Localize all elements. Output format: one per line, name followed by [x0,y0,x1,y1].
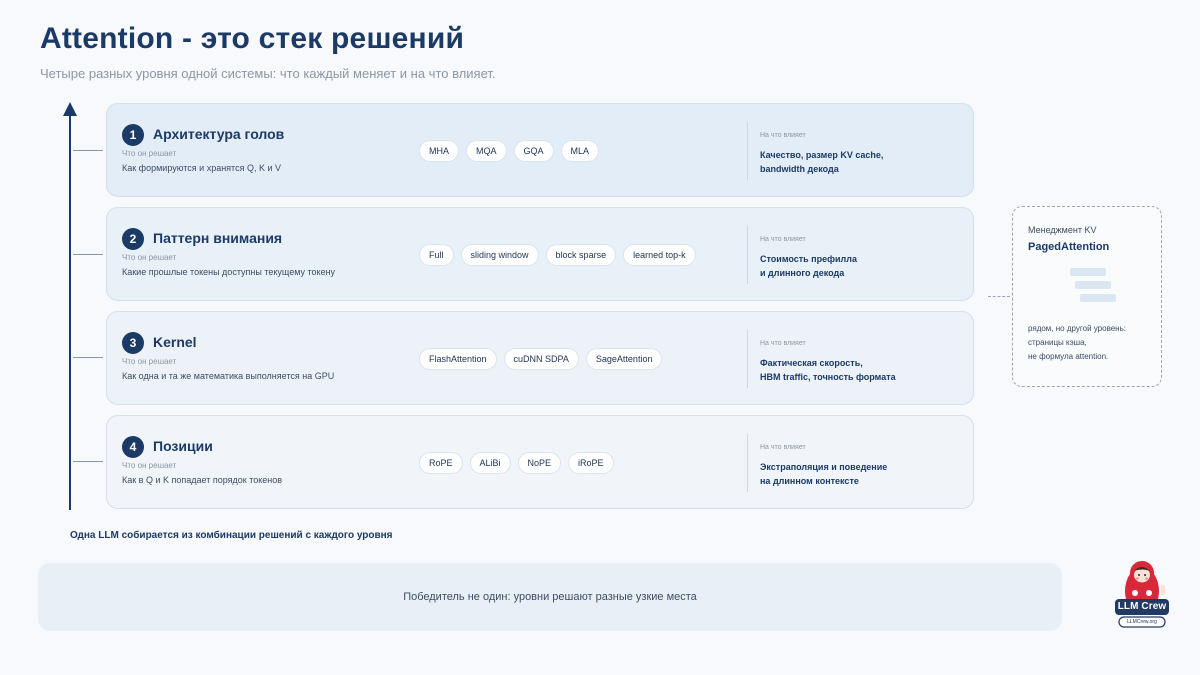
stack-axis-line [69,112,71,510]
cache-page-block [1070,268,1106,276]
option-pill-full: Full [419,244,454,266]
side-card-note: рядом, но другой уровень: страницы кэша,… [1028,322,1126,364]
impact-line: и длинного декода [760,268,845,278]
layer-number-badge: 4 [122,436,144,458]
option-pill-mla: MLA [560,140,600,162]
layer-card-kernel: 3 Kernel Что он решает Как одна и та же … [106,311,974,405]
combination-note: Одна LLM собирается из комбинации решени… [70,530,393,541]
conclusion-banner: Победитель не один: уровни решают разные… [38,563,1062,631]
axis-tick [73,461,103,462]
solves-description: Как формируются и хранятся Q, K и V [122,163,281,173]
impact-line: bandwidth декода [760,164,839,174]
side-card-connector [988,296,1010,297]
option-pill-sliding-window: sliding window [460,244,539,266]
impact-text: Фактическая скорость, HBM traffic, точно… [760,356,896,384]
option-pill-rope: RoPE [419,452,463,474]
option-pill-mha: MHA [419,140,459,162]
axis-tick [73,357,103,358]
impact-divider [747,226,748,284]
impact-label: На что влияет [760,236,806,243]
llm-crew-logo: LLM Crew LLMCrew.org [1113,555,1171,633]
option-pill-alibi: ALiBi [469,452,511,474]
side-note-line: страницы кэша, [1028,338,1087,347]
solves-label: Что он решает [122,149,177,158]
logo-name: LLM Crew [1117,601,1167,612]
side-card-title: PagedAttention [1028,241,1110,253]
option-pills: FlashAttention cuDNN SDPA SageAttention [419,348,663,370]
arrow-up-icon [63,102,77,116]
cache-page-block [1075,281,1111,289]
impact-text: Качество, размер KV cache, bandwidth дек… [760,148,883,176]
paged-attention-card: Менеджмент KV PagedAttention рядом, но д… [1012,206,1162,387]
solves-label: Что он решает [122,461,177,470]
layer-number-badge: 2 [122,228,144,250]
logo-site: LLMCrew.org [1127,619,1157,625]
layer-title: Позиции [153,438,213,454]
impact-line: Фактическая скорость, [760,358,863,368]
option-pill-block-sparse: block sparse [545,244,617,266]
option-pill-nope: NoPE [517,452,562,474]
impact-text: Стоимость префилла и длинного декода [760,252,857,280]
option-pill-flashattention: FlashAttention [419,348,497,370]
layer-number-badge: 1 [122,124,144,146]
impact-line: на длинном контексте [760,476,859,486]
layer-card-positions: 4 Позиции Что он решает Как в Q и K попа… [106,415,974,509]
option-pill-gqa: GQA [513,140,554,162]
solves-label: Что он решает [122,357,177,366]
impact-label: На что влияет [760,444,806,451]
impact-divider [747,434,748,492]
page-subtitle: Четыре разных уровня одной системы: что … [40,66,496,81]
layer-title: Архитектура голов [153,126,285,142]
solves-label: Что он решает [122,253,177,262]
conclusion-text: Победитель не один: уровни решают разные… [403,591,697,603]
option-pill-learned-top-k: learned top-k [623,244,696,266]
side-card-subtitle: Менеджмент KV [1028,225,1097,235]
solves-description: Как одна и та же математика выполняется … [122,371,335,381]
solves-description: Как в Q и K попадает порядок токенов [122,475,283,485]
option-pill-irope: iRoPE [568,452,614,474]
axis-tick [73,150,103,151]
option-pill-mqa: MQA [466,140,507,162]
layer-title: Паттерн внимания [153,230,283,246]
option-pills: MHA MQA GQA MLA [419,140,600,162]
side-note-line: рядом, но другой уровень: [1028,324,1126,333]
impact-line: Экстраполяция и поведение [760,462,888,472]
option-pill-sageattention: SageAttention [585,348,663,370]
impact-line: Качество, размер KV cache, [760,150,884,160]
layer-title: Kernel [153,334,197,350]
axis-tick [73,254,103,255]
layer-card-attention-pattern: 2 Паттерн внимания Что он решает Какие п… [106,207,974,301]
option-pills: Full sliding window block sparse learned… [419,244,696,266]
impact-label: На что влияет [760,132,806,139]
impact-line: Стоимость префилла [760,254,857,264]
impact-text: Экстраполяция и поведение на длинном кон… [760,460,887,488]
impact-line: HBM traffic, точность формата [760,372,896,382]
option-pills: RoPE ALiBi NoPE iRoPE [419,452,614,474]
impact-label: На что влияет [760,340,806,347]
option-pill-cudnn-sdpa: cuDNN SDPA [503,348,579,370]
solves-description: Какие прошлые токены доступны текущему т… [122,267,336,277]
cache-page-block [1080,294,1116,302]
impact-divider [747,122,748,180]
page-title: Attention - это стек решений [40,22,465,55]
layer-card-head-architecture: 1 Архитектура голов Что он решает Как фо… [106,103,974,197]
side-note-line: не формула attention. [1028,352,1109,361]
impact-divider [747,330,748,388]
layer-number-badge: 3 [122,332,144,354]
